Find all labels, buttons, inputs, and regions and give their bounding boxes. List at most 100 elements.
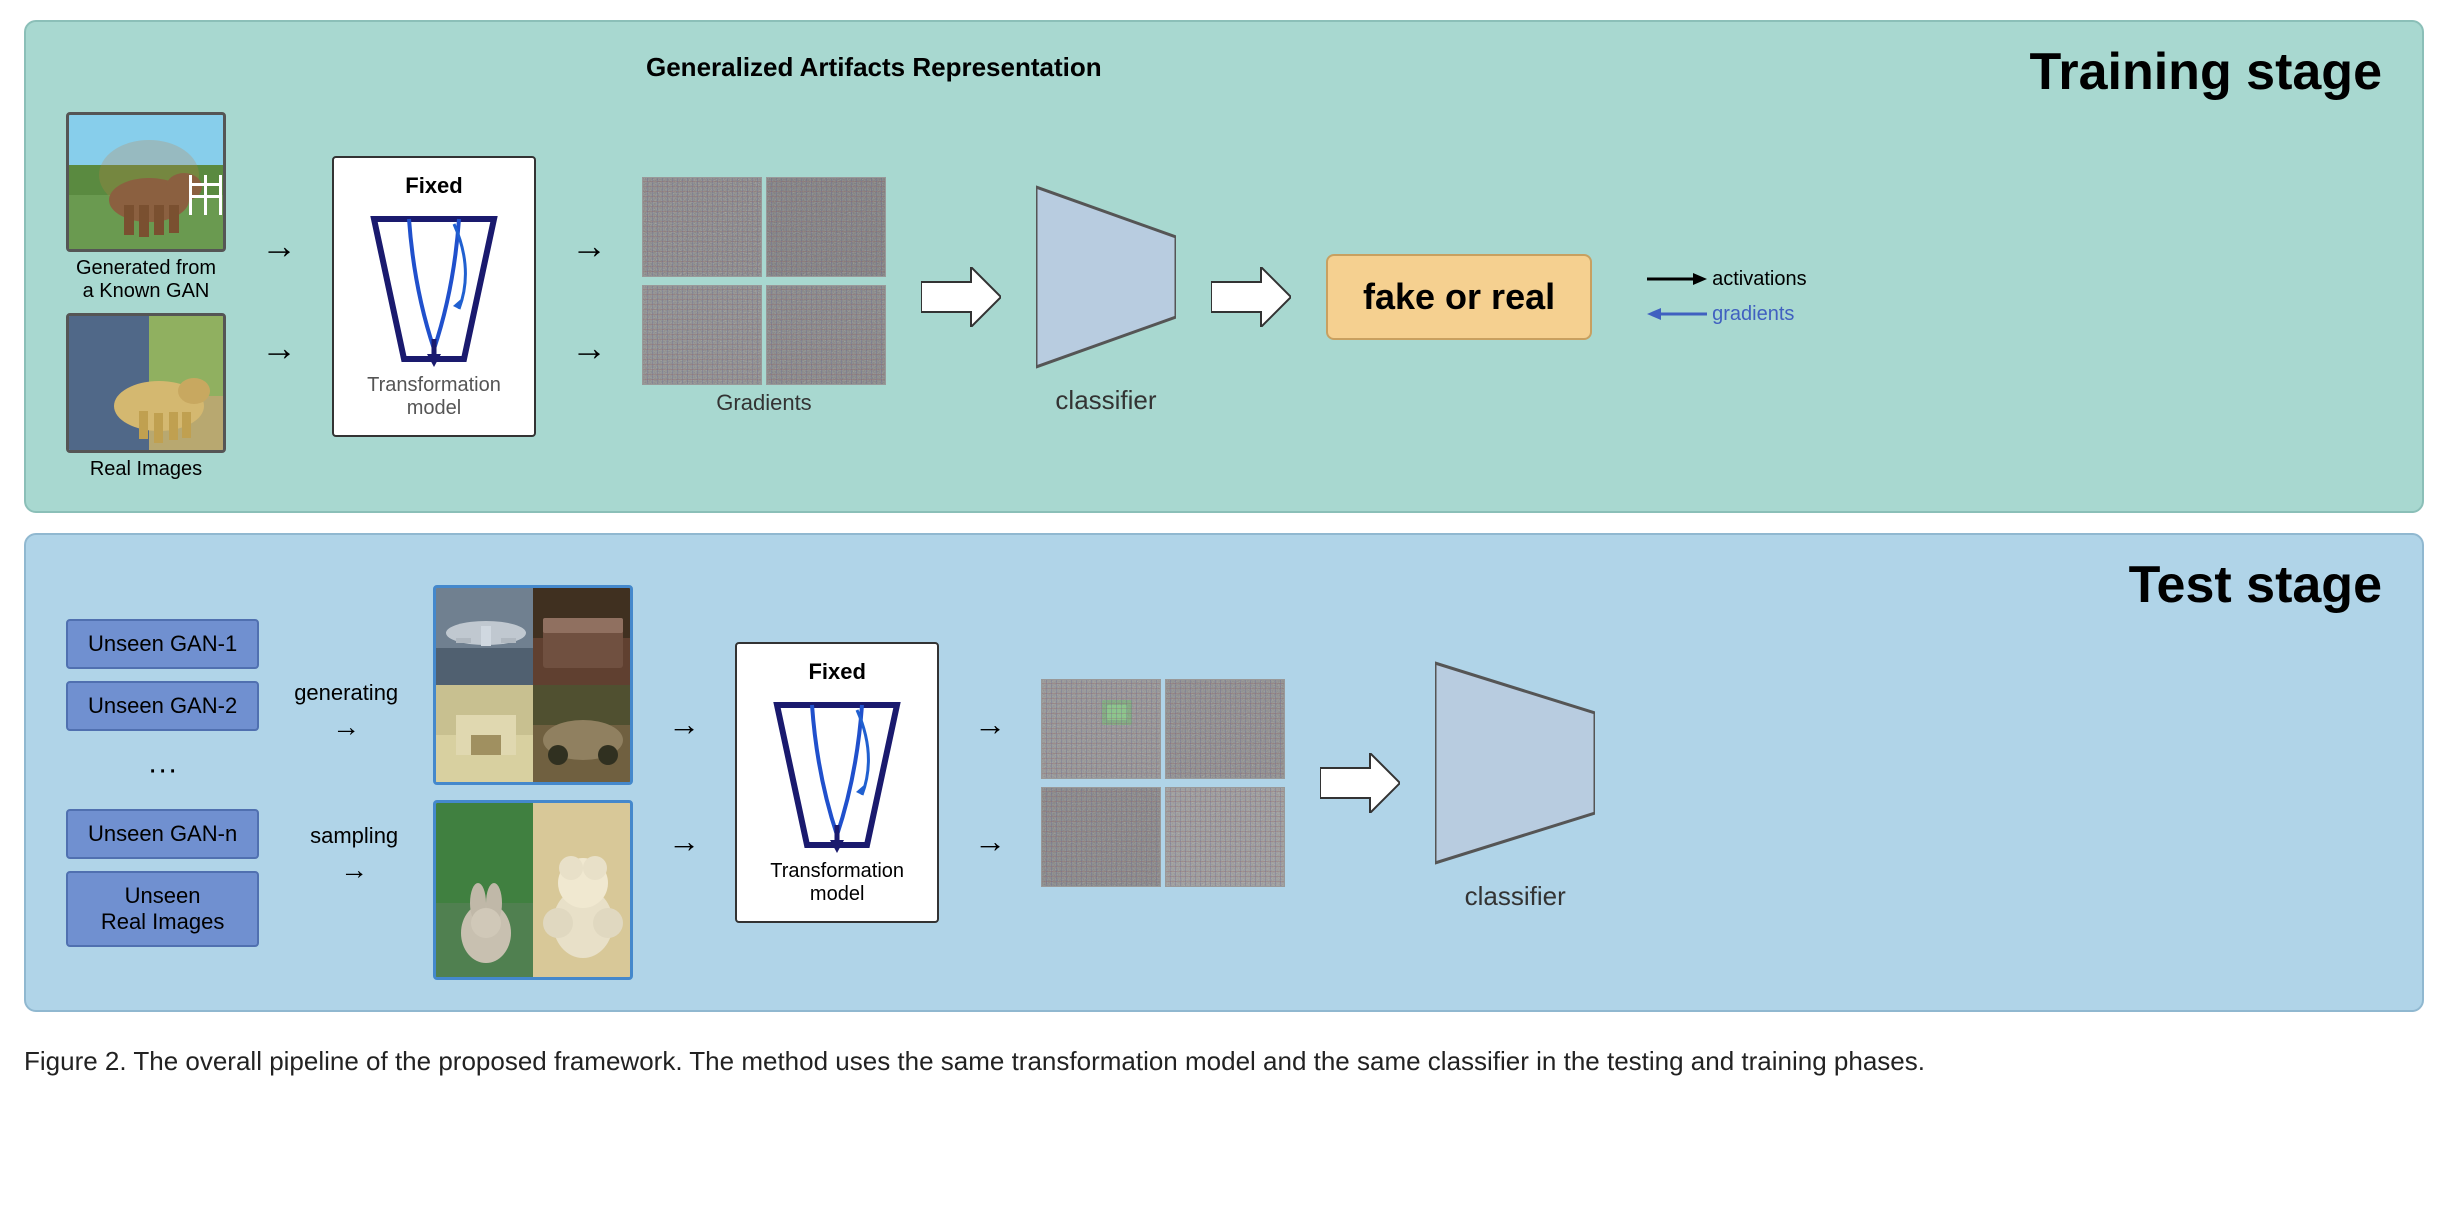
gradient-arrow-icon xyxy=(1647,304,1707,324)
real-image-box xyxy=(66,313,226,453)
transform-box-training: Fixed Transformationmodel xyxy=(332,156,536,437)
sample-arrow: → xyxy=(340,854,368,886)
transform-fixed-label-test: Fixed xyxy=(757,659,917,685)
big-arrow-svg xyxy=(921,267,1001,327)
gradients-label-training: Gradients xyxy=(716,390,811,416)
collage-6-svg xyxy=(533,803,630,977)
sampled-collage xyxy=(433,800,633,980)
collage-1 xyxy=(436,588,533,685)
classifier-svg-test xyxy=(1435,653,1595,873)
test-content: Unseen GAN-1 Unseen GAN-2 ··· Unseen GAN… xyxy=(66,585,2382,980)
transform-subtitle-test: Transformationmodel xyxy=(757,860,917,906)
test-images-col xyxy=(433,585,633,980)
classifier-label-training: classifier xyxy=(1055,385,1156,416)
gradient-cell-2 xyxy=(766,177,886,277)
training-panel: Training stage Generalized Artifacts Rep… xyxy=(24,20,2424,513)
gan-image xyxy=(69,115,223,249)
sampling-group: sampling → xyxy=(310,823,398,886)
legend-gradients-label: gradients xyxy=(1712,303,1794,326)
legend-activations: activations xyxy=(1647,268,1807,291)
training-title: Training stage xyxy=(2029,42,2382,102)
gradient-cell-4 xyxy=(766,285,886,385)
grad-cell-1-svg xyxy=(643,178,762,277)
classifier-group-training: classifier xyxy=(1036,177,1176,416)
test-arrows-to-grad: → → xyxy=(974,706,1006,860)
activation-arrow-icon xyxy=(1647,269,1707,289)
grad-cell-4-svg xyxy=(767,286,886,385)
collage-6 xyxy=(533,803,630,977)
gradient-cell-3 xyxy=(642,285,762,385)
funnel-svg-test xyxy=(757,695,917,855)
test-gradient-row-1 xyxy=(1041,679,1285,779)
real-image-labeled: Real Images xyxy=(66,313,226,481)
collage-5 xyxy=(436,803,533,977)
collage-5-svg xyxy=(436,803,533,977)
sampling-label: sampling xyxy=(310,823,398,849)
collage-1-svg xyxy=(436,588,533,685)
classifier-group-test: classifier xyxy=(1435,653,1595,912)
collage-4 xyxy=(533,685,630,782)
transform-subtitle-training: Transformationmodel xyxy=(354,374,514,420)
arrow-fakereal-svg xyxy=(1211,267,1291,327)
collage-3-svg xyxy=(436,685,533,782)
test-title: Test stage xyxy=(2129,555,2382,615)
arrow-4: → xyxy=(571,327,607,369)
funnel-svg-training xyxy=(354,209,514,369)
test-arrow-3: → xyxy=(668,706,700,743)
transform-fixed-label: Fixed xyxy=(354,173,514,199)
arrow-3: → xyxy=(571,225,607,267)
gen-sample-arrows: generating → sampling → xyxy=(294,680,398,886)
gan-list: Unseen GAN-1 Unseen GAN-2 ··· Unseen GAN… xyxy=(66,619,259,947)
test-gradient-row-2 xyxy=(1041,787,1285,887)
generated-collage xyxy=(433,585,633,785)
arrow-2: → xyxy=(261,327,297,369)
tgc3-svg xyxy=(1042,788,1161,887)
collage-2-svg xyxy=(533,588,630,685)
gradient-group-training: Gradients xyxy=(642,177,886,416)
gradient-panel-training xyxy=(642,177,886,385)
gradient-cell-1 xyxy=(642,177,762,277)
gradient-panel-test xyxy=(1041,679,1285,887)
gradient-group-test xyxy=(1041,679,1285,887)
legend: activations gradients xyxy=(1647,268,1807,326)
training-content: Generated fromGenerated from a Known GAN… xyxy=(66,112,2382,481)
fake-real-box: fake or real xyxy=(1326,254,1592,340)
real-image-svg xyxy=(69,316,226,453)
gan-image-labeled: Generated fromGenerated from a Known GAN… xyxy=(66,112,226,303)
grad-cell-2-svg xyxy=(767,178,886,277)
gan-box-1: Unseen GAN-1 xyxy=(66,619,259,669)
test-arrow-6: → xyxy=(974,823,1006,860)
collage-2 xyxy=(533,588,630,685)
generating-group: generating → xyxy=(294,680,398,743)
arrow-to-fakereal xyxy=(1211,267,1291,327)
test-gradient-cell-3 xyxy=(1041,787,1161,887)
training-arrows-2: → → xyxy=(571,225,607,369)
real-image xyxy=(69,316,223,450)
input-images-col: Generated fromGenerated from a Known GAN… xyxy=(66,112,226,481)
gar-label: Generalized Artifacts Representation xyxy=(646,52,1102,83)
gradient-row-2 xyxy=(642,285,886,385)
test-panel: Test stage Unseen GAN-1 Unseen GAN-2 ···… xyxy=(24,533,2424,1012)
generating-label: generating xyxy=(294,680,398,706)
test-gradient-cell-2 xyxy=(1165,679,1285,779)
legend-activations-label: activations xyxy=(1712,268,1807,291)
classifier-svg-training xyxy=(1036,177,1176,377)
gan-image-box xyxy=(66,112,226,252)
real-image-label: Real Images xyxy=(90,458,202,481)
test-arrow-5: → xyxy=(974,706,1006,743)
tgc1-svg xyxy=(1042,680,1161,779)
classifier-label-test: classifier xyxy=(1465,881,1566,912)
big-arrow-test xyxy=(1320,753,1400,813)
gan-box-dots: ··· xyxy=(66,743,259,797)
training-arrows-1: → → xyxy=(261,225,297,369)
legend-gradients: gradients xyxy=(1647,303,1807,326)
test-arrows-to-transform: → → xyxy=(668,706,700,860)
big-arrow-test-svg xyxy=(1320,753,1400,813)
big-arrow-training xyxy=(921,267,1001,327)
tgc4-svg xyxy=(1166,788,1285,887)
gradient-row-1 xyxy=(642,177,886,277)
gan-box-2: Unseen GAN-2 xyxy=(66,681,259,731)
test-gradient-cell-1 xyxy=(1041,679,1161,779)
test-arrow-4: → xyxy=(668,823,700,860)
gan-image-label: Generated fromGenerated from a Known GAN… xyxy=(76,257,216,303)
